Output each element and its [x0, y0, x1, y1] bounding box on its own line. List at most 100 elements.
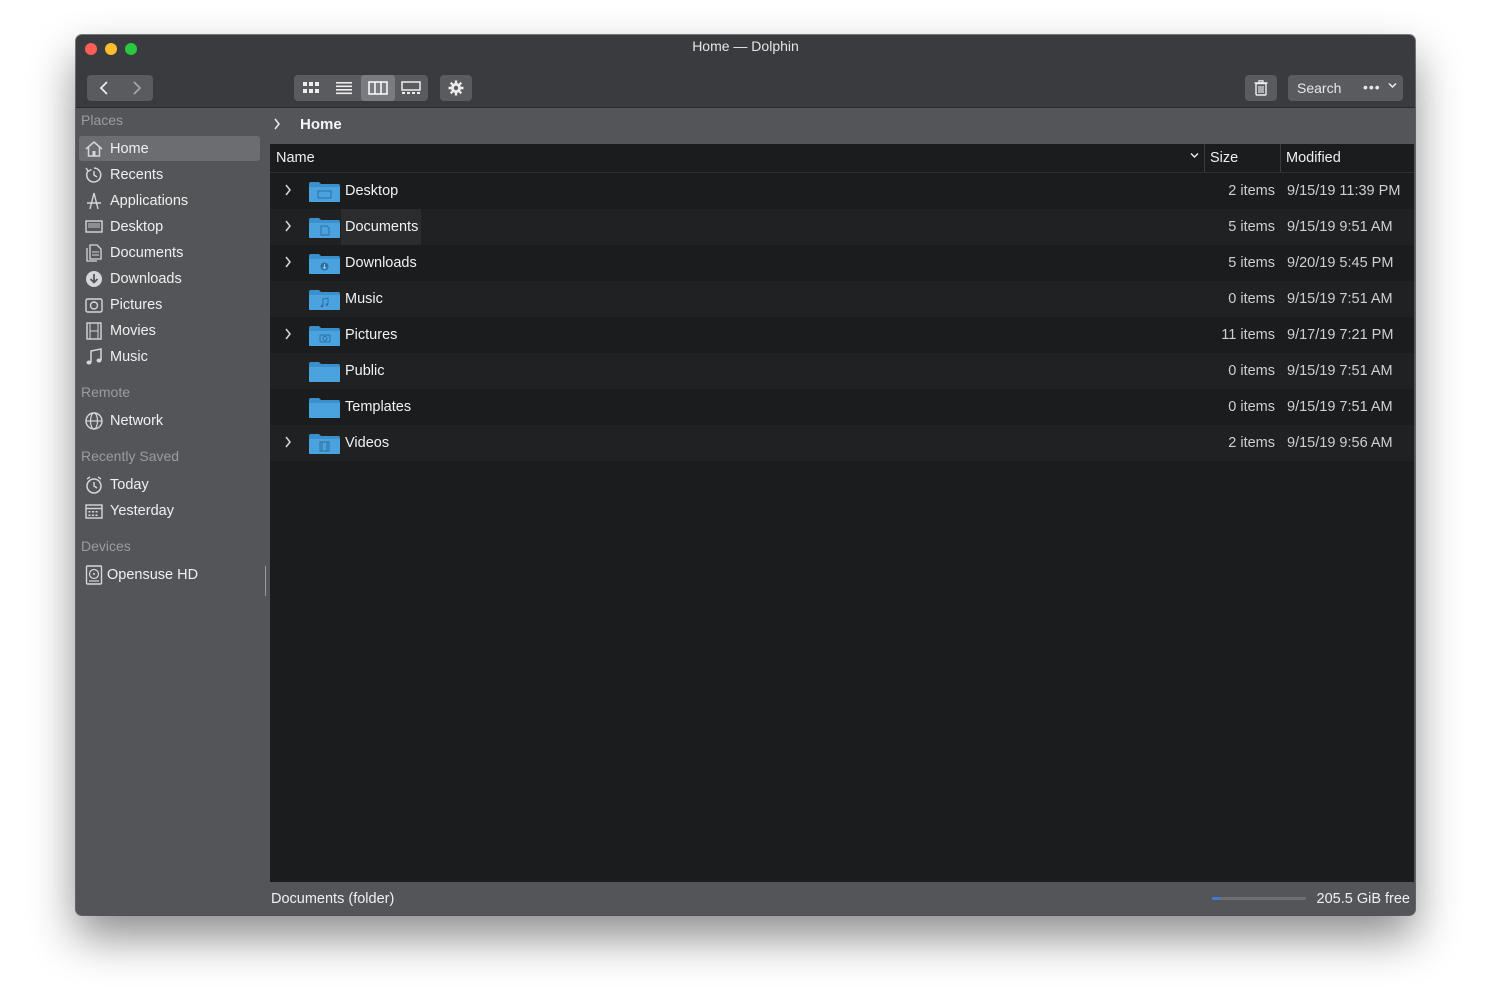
sidebar-item-music[interactable]: Music: [79, 344, 260, 369]
expand-chevron-icon[interactable]: [284, 184, 292, 196]
sidebar-resize-handle[interactable]: [265, 566, 266, 596]
back-button[interactable]: [87, 75, 120, 101]
expand-chevron-icon[interactable]: [284, 220, 292, 232]
folder-icon: [308, 289, 341, 311]
sidebar-item-pictures[interactable]: Pictures: [79, 292, 260, 317]
file-size: 5 items: [1228, 255, 1275, 271]
file-modified: 9/15/19 7:51 AM: [1287, 363, 1393, 379]
expand-chevron-icon[interactable]: [284, 436, 292, 448]
places-sidebar: Places Home Recents Applications Desktop…: [76, 108, 269, 915]
places-section-label: Places: [81, 112, 124, 128]
search-button[interactable]: Search •••: [1288, 75, 1403, 101]
preview-view-icon: [401, 81, 421, 94]
sidebar-item-today[interactable]: Today: [79, 472, 260, 497]
file-name[interactable]: Desktop: [341, 173, 401, 209]
folder-icon: [308, 217, 341, 239]
network-icon: [83, 411, 105, 431]
sidebar-item-movies[interactable]: Movies: [79, 318, 260, 343]
file-name[interactable]: Pictures: [341, 317, 400, 353]
sidebar-item-desktop[interactable]: Desktop: [79, 214, 260, 239]
preview-view-button[interactable]: [395, 75, 429, 101]
forward-button[interactable]: [120, 75, 153, 101]
chevron-right-icon[interactable]: [273, 118, 281, 130]
file-row-templates[interactable]: Templates 0 items 9/15/19 7:51 AM: [270, 389, 1414, 425]
trash-button[interactable]: [1245, 75, 1277, 101]
chevron-down-icon[interactable]: [1388, 82, 1397, 89]
expand-chevron-icon[interactable]: [284, 256, 292, 268]
breadcrumb-home[interactable]: Home: [300, 116, 342, 133]
sidebar-item-label: Applications: [110, 192, 189, 209]
compact-view-button[interactable]: [328, 75, 362, 101]
sidebar-item-label: Movies: [110, 322, 156, 339]
sidebar-item-recents[interactable]: Recents: [79, 162, 260, 187]
desktop-icon: [83, 217, 105, 237]
pictures-icon: [83, 295, 105, 315]
file-size: 0 items: [1228, 291, 1275, 307]
settings-button[interactable]: [440, 75, 472, 101]
sidebar-item-label: Music: [110, 348, 148, 365]
details-view-button[interactable]: [361, 75, 395, 101]
file-row-public[interactable]: Public 0 items 9/15/19 7:51 AM: [270, 353, 1414, 389]
breadcrumb: Home: [269, 108, 1415, 144]
trash-icon: [1254, 80, 1268, 96]
file-modified: 9/15/19 7:51 AM: [1287, 399, 1393, 415]
file-row-downloads[interactable]: Downloads 5 items 9/20/19 5:45 PM: [270, 245, 1414, 281]
ellipsis-icon[interactable]: •••: [1363, 79, 1381, 95]
sidebar-item-network[interactable]: Network: [79, 408, 260, 433]
sidebar-item-label: Network: [110, 412, 164, 429]
disk-usage-fill: [1212, 897, 1220, 900]
file-modified: 9/15/19 11:39 PM: [1287, 183, 1401, 199]
details-view-icon: [368, 81, 388, 95]
expand-chevron-icon[interactable]: [284, 328, 292, 340]
file-modified: 9/15/19 9:51 AM: [1287, 219, 1393, 235]
file-name[interactable]: Documents: [341, 209, 422, 245]
sidebar-item-label: Yesterday: [110, 502, 174, 519]
sort-descending-icon[interactable]: [1190, 152, 1199, 159]
title-bar: Home — Dolphin Search •••: [76, 35, 1415, 108]
movies-icon: [83, 321, 105, 341]
folder-icon: [308, 181, 341, 203]
file-name[interactable]: Public: [341, 353, 388, 389]
file-row-documents[interactable]: Documents 5 items 9/15/19 9:51 AM: [270, 209, 1414, 245]
folder-icon: [308, 397, 341, 419]
file-modified: 9/20/19 5:45 PM: [1287, 255, 1394, 271]
sidebar-item-documents[interactable]: Documents: [79, 240, 260, 265]
column-header-modified[interactable]: Modified: [1280, 144, 1341, 172]
file-row-desktop[interactable]: Desktop 2 items 9/15/19 11:39 PM: [270, 173, 1414, 209]
sidebar-item-yesterday[interactable]: Yesterday: [79, 498, 260, 523]
gear-icon: [448, 80, 464, 96]
file-name[interactable]: Videos: [341, 425, 392, 461]
chevron-left-icon: [99, 81, 108, 95]
file-name[interactable]: Downloads: [341, 245, 420, 281]
icons-view-button[interactable]: [294, 75, 328, 101]
column-header-size[interactable]: Size: [1204, 144, 1238, 172]
status-bar: Documents (folder) 205.5 GiB free: [269, 882, 1415, 915]
compact-view-icon: [336, 82, 353, 95]
calendar-icon: [83, 501, 105, 521]
file-modified: 9/15/19 7:51 AM: [1287, 291, 1393, 307]
recently-saved-section-label: Recently Saved: [81, 448, 180, 464]
documents-icon: [83, 243, 105, 263]
icons-view-icon: [302, 82, 319, 93]
file-list-view[interactable]: Name Size Modified Desktop 2 items 9/15/19…: [270, 144, 1414, 882]
sidebar-item-opensuse-hd[interactable]: Opensuse HD: [79, 562, 260, 587]
file-name[interactable]: Music: [341, 281, 386, 317]
sidebar-item-applications[interactable]: Applications: [79, 188, 260, 213]
sidebar-item-label: Home: [110, 140, 149, 157]
sidebar-item-label: Documents: [110, 244, 184, 261]
chevron-right-icon: [132, 81, 141, 95]
sidebar-item-downloads[interactable]: Downloads: [79, 266, 260, 291]
file-row-pictures[interactable]: Pictures 11 items 9/17/19 7:21 PM: [270, 317, 1414, 353]
file-size: 2 items: [1228, 435, 1275, 451]
column-header-name[interactable]: Name: [276, 150, 315, 166]
file-name[interactable]: Templates: [341, 389, 414, 425]
folder-icon: [308, 325, 341, 347]
file-row-videos[interactable]: Videos 2 items 9/15/19 9:56 AM: [270, 425, 1414, 461]
file-size: 0 items: [1228, 363, 1275, 379]
file-modified: 9/17/19 7:21 PM: [1287, 327, 1394, 343]
folder-icon: [308, 361, 341, 383]
sidebar-item-label: Pictures: [110, 296, 163, 313]
sidebar-item-home[interactable]: Home: [79, 136, 260, 161]
file-row-music[interactable]: Music 0 items 9/15/19 7:51 AM: [270, 281, 1414, 317]
sidebar-item-label: Opensuse HD: [107, 566, 199, 583]
